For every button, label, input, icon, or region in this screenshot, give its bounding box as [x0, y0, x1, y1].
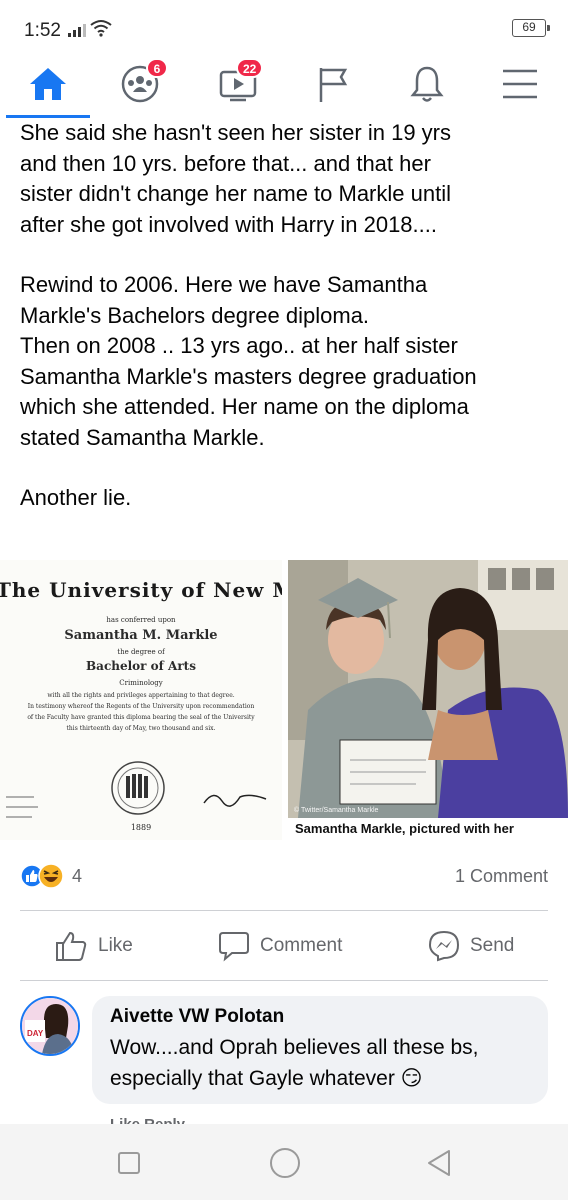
battery-indicator: 69	[512, 19, 550, 37]
diploma-title: The University of New Mexico	[0, 578, 282, 602]
diploma-line: of the Faculty have granted this diploma…	[27, 714, 255, 721]
home-icon	[30, 68, 66, 100]
nav-notifications-tab[interactable]	[397, 56, 457, 112]
diploma-line: In testimony whereof the Regents of the …	[27, 703, 255, 710]
nav-groups-tab[interactable]: 6	[110, 56, 170, 112]
commenter-avatar[interactable]: DAY	[20, 996, 80, 1056]
menu-icon	[503, 69, 537, 99]
post-body: She said she hasn't seen her sister in 1…	[20, 118, 555, 514]
nav-home-tab[interactable]	[18, 56, 78, 112]
flag-icon	[319, 68, 348, 102]
diploma-line: the degree of	[117, 648, 165, 656]
groups-badge: 6	[146, 58, 168, 78]
post-paragraph: She said she hasn't seen her sister in 1…	[20, 120, 451, 237]
comment-button[interactable]: Comment	[218, 926, 342, 966]
comment-author[interactable]: Aivette VW Polotan	[110, 1006, 530, 1028]
signature-icon	[6, 796, 38, 818]
post-paragraph: Another lie.	[20, 485, 132, 510]
diploma-degree: Bachelor of Arts	[86, 659, 196, 673]
thumbs-up-icon	[56, 931, 87, 961]
watch-badge: 22	[236, 58, 264, 78]
reaction-count: 4	[72, 865, 83, 886]
home-button[interactable]	[270, 1148, 300, 1178]
reactions-summary[interactable]: 4	[20, 862, 82, 890]
nav-watch-tab[interactable]: 22	[208, 56, 268, 112]
diploma-name: Samantha M. Markle	[64, 628, 218, 643]
haha-reaction-icon	[38, 863, 64, 889]
signature-icon	[203, 794, 267, 807]
send-label: Send	[470, 935, 515, 956]
like-button[interactable]: Like	[54, 926, 133, 966]
comment-label: Comment	[260, 935, 343, 956]
avatar-image	[22, 998, 78, 1054]
university-seal-icon	[111, 761, 165, 815]
diploma-line: this thirteenth day of May, two thousand…	[66, 725, 216, 732]
graduation-photo-illustration	[288, 560, 568, 818]
comments-count[interactable]: 1 Comment	[455, 866, 548, 887]
top-nav-bar: 6 22	[0, 50, 568, 120]
comment-bubble[interactable]: Aivette VW Polotan Wow....and Oprah beli…	[92, 996, 548, 1104]
nav-pages-tab[interactable]	[303, 56, 363, 112]
divider	[20, 910, 548, 911]
bell-icon	[410, 66, 444, 102]
avatar-label: DAY	[27, 1029, 44, 1038]
diploma-photo[interactable]: The University of New Mexico has conferr…	[0, 560, 282, 840]
status-time: 1:52	[24, 20, 61, 41]
recents-button[interactable]	[118, 1152, 140, 1174]
diploma-line: with all the rights and privileges apper…	[47, 692, 235, 699]
like-label: Like	[98, 935, 133, 956]
send-button[interactable]: Send	[428, 926, 514, 966]
comment-text: Wow....and Oprah believes all these bs, …	[110, 1036, 479, 1090]
photo-credit: © Twitter/Samantha Markle	[294, 807, 379, 814]
messenger-icon	[428, 930, 460, 962]
wifi-icon	[90, 20, 112, 37]
back-icon[interactable]	[426, 1148, 452, 1178]
comment-icon	[219, 932, 249, 962]
photo-caption: Samantha Markle, pictured with her	[288, 818, 568, 840]
diploma-line: has conferred upon	[106, 616, 176, 624]
graduation-photo[interactable]: © Twitter/Samantha Markle Samantha Markl…	[288, 560, 568, 840]
signal-icon	[68, 24, 86, 37]
diploma-field: Criminology	[119, 679, 163, 687]
divider	[20, 980, 548, 981]
system-nav-bar	[0, 1124, 568, 1200]
nav-menu-tab[interactable]	[490, 56, 550, 112]
post-paragraph: Rewind to 2006. Here we have Samantha Ma…	[20, 272, 477, 450]
